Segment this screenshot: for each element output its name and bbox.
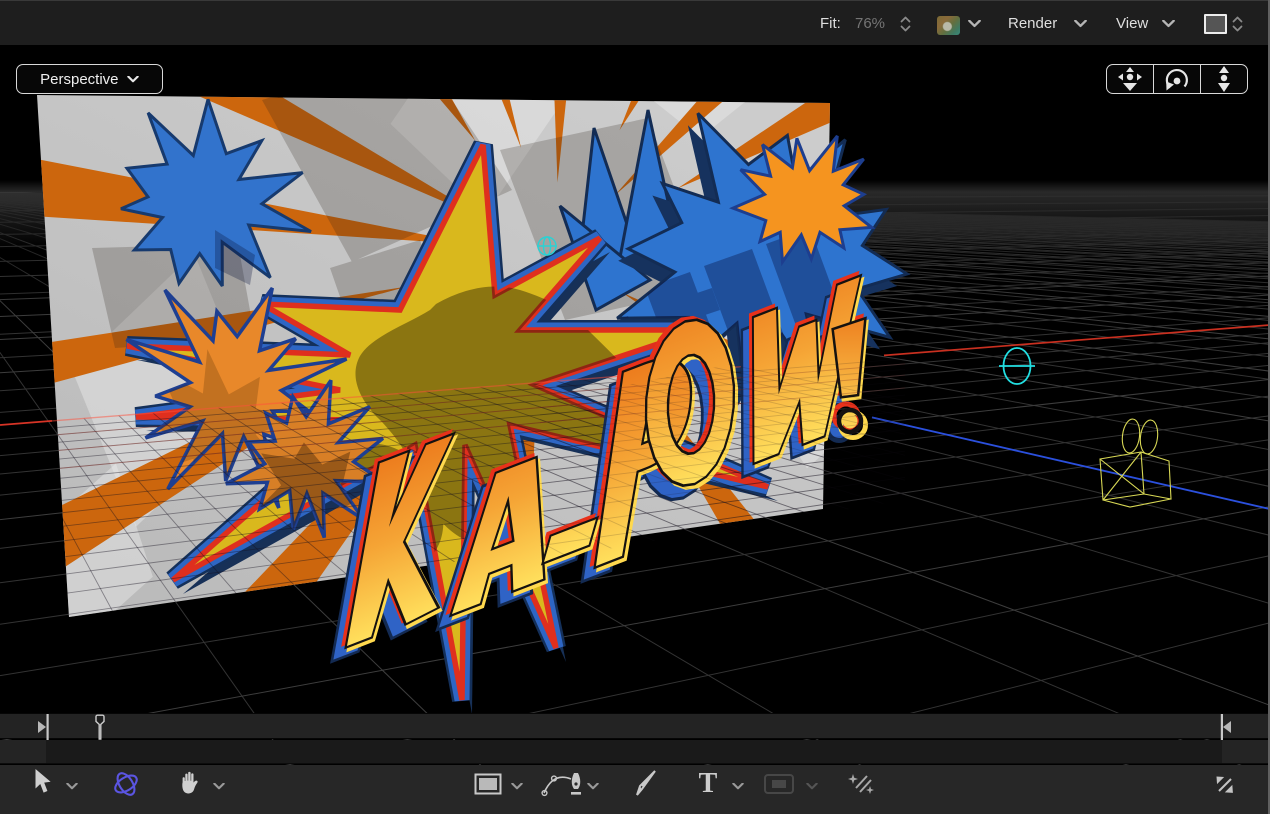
svg-text:T: T — [699, 770, 718, 796]
